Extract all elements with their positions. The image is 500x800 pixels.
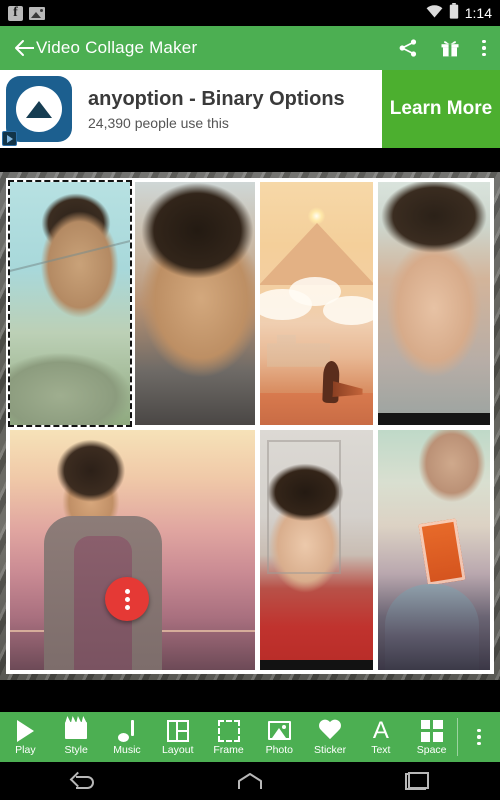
app-bar: Video Collage Maker bbox=[0, 26, 500, 70]
overflow-menu-icon[interactable] bbox=[482, 39, 486, 57]
collage-row-bottom bbox=[10, 430, 490, 670]
heart-icon bbox=[318, 719, 342, 743]
tool-style[interactable]: Style bbox=[51, 712, 102, 762]
music-note-icon bbox=[117, 719, 137, 743]
system-nav-bar bbox=[0, 762, 500, 800]
tool-layout[interactable]: Layout bbox=[152, 712, 203, 762]
nav-back-button[interactable] bbox=[53, 762, 113, 800]
nav-home-button[interactable] bbox=[220, 762, 280, 800]
photo-cell-3[interactable] bbox=[260, 182, 373, 425]
more-vertical-icon bbox=[124, 588, 130, 610]
nav-recents-button[interactable] bbox=[387, 762, 447, 800]
back-button[interactable] bbox=[14, 39, 36, 57]
cell-options-fab[interactable] bbox=[105, 577, 149, 621]
tool-play-label: Play bbox=[15, 743, 36, 756]
status-bar-notifications bbox=[8, 3, 45, 23]
tool-play[interactable]: Play bbox=[0, 712, 51, 762]
tool-text-label: Text bbox=[371, 743, 391, 756]
status-bar-clock: 1:14 bbox=[464, 5, 492, 21]
tool-space-label: Space bbox=[416, 743, 447, 756]
home-icon bbox=[237, 772, 263, 790]
ad-subtitle: 24,390 people use this bbox=[88, 114, 229, 131]
tool-space[interactable]: Space bbox=[406, 712, 457, 762]
tool-sticker[interactable]: Sticker bbox=[305, 712, 356, 762]
play-icon bbox=[16, 719, 34, 743]
tool-frame-label: Frame bbox=[213, 743, 244, 756]
recents-icon bbox=[404, 772, 429, 790]
photo-cell-4[interactable] bbox=[378, 182, 490, 425]
tool-music[interactable]: Music bbox=[102, 712, 153, 762]
adchoices-icon[interactable] bbox=[2, 131, 17, 146]
gift-icon[interactable] bbox=[440, 38, 460, 58]
ad-text-block: anyoption - Binary Options 24,390 people… bbox=[78, 70, 382, 148]
tool-photo[interactable]: Photo bbox=[254, 712, 305, 762]
photo-cell-5[interactable] bbox=[10, 430, 255, 670]
ad-title: anyoption - Binary Options bbox=[88, 87, 345, 110]
collage-stage bbox=[0, 172, 500, 680]
tool-frame[interactable]: Frame bbox=[203, 712, 254, 762]
text-a-icon: A bbox=[372, 716, 389, 744]
text-a-glyph: A bbox=[372, 716, 389, 744]
screenshot-icon bbox=[29, 6, 45, 20]
wifi-icon bbox=[426, 4, 443, 23]
photo-cell-2[interactable] bbox=[135, 182, 255, 425]
status-bar-system: 1:14 bbox=[426, 2, 492, 24]
ad-learn-more-button[interactable]: Learn More bbox=[382, 70, 500, 148]
tool-layout-label: Layout bbox=[161, 743, 194, 756]
facebook-icon bbox=[8, 3, 23, 23]
tool-music-label: Music bbox=[113, 743, 141, 756]
share-icon[interactable] bbox=[398, 38, 418, 58]
ad-icon-container bbox=[0, 70, 78, 148]
tool-sticker-label: Sticker bbox=[314, 743, 347, 756]
collage-row-top bbox=[8, 180, 490, 427]
collage-canvas[interactable] bbox=[6, 178, 494, 674]
status-bar: 1:14 bbox=[0, 0, 500, 26]
battery-icon bbox=[449, 2, 459, 24]
photo-cell-1[interactable] bbox=[8, 180, 132, 427]
tool-style-label: Style bbox=[64, 743, 88, 756]
photo-icon bbox=[267, 719, 291, 743]
frame-icon bbox=[217, 719, 240, 743]
tool-photo-label: Photo bbox=[265, 743, 294, 756]
space-grid-icon bbox=[420, 719, 443, 743]
photo-cell-7[interactable] bbox=[378, 430, 490, 670]
ad-banner[interactable]: anyoption - Binary Options 24,390 people… bbox=[0, 70, 500, 148]
photo-cell-6[interactable] bbox=[260, 430, 373, 670]
layout-grid-icon bbox=[166, 719, 189, 743]
toolbar-overflow-menu-icon[interactable] bbox=[458, 728, 500, 746]
tool-text[interactable]: A Text bbox=[355, 712, 406, 762]
clapperboard-icon bbox=[65, 719, 88, 743]
back-arrow-icon bbox=[72, 773, 95, 789]
editor-toolbar: Play Style Music Layout Frame Photo Stic… bbox=[0, 712, 500, 762]
page-title: Video Collage Maker bbox=[36, 38, 198, 57]
app-screen: 1:14 Video Collage Maker bbox=[0, 0, 500, 800]
